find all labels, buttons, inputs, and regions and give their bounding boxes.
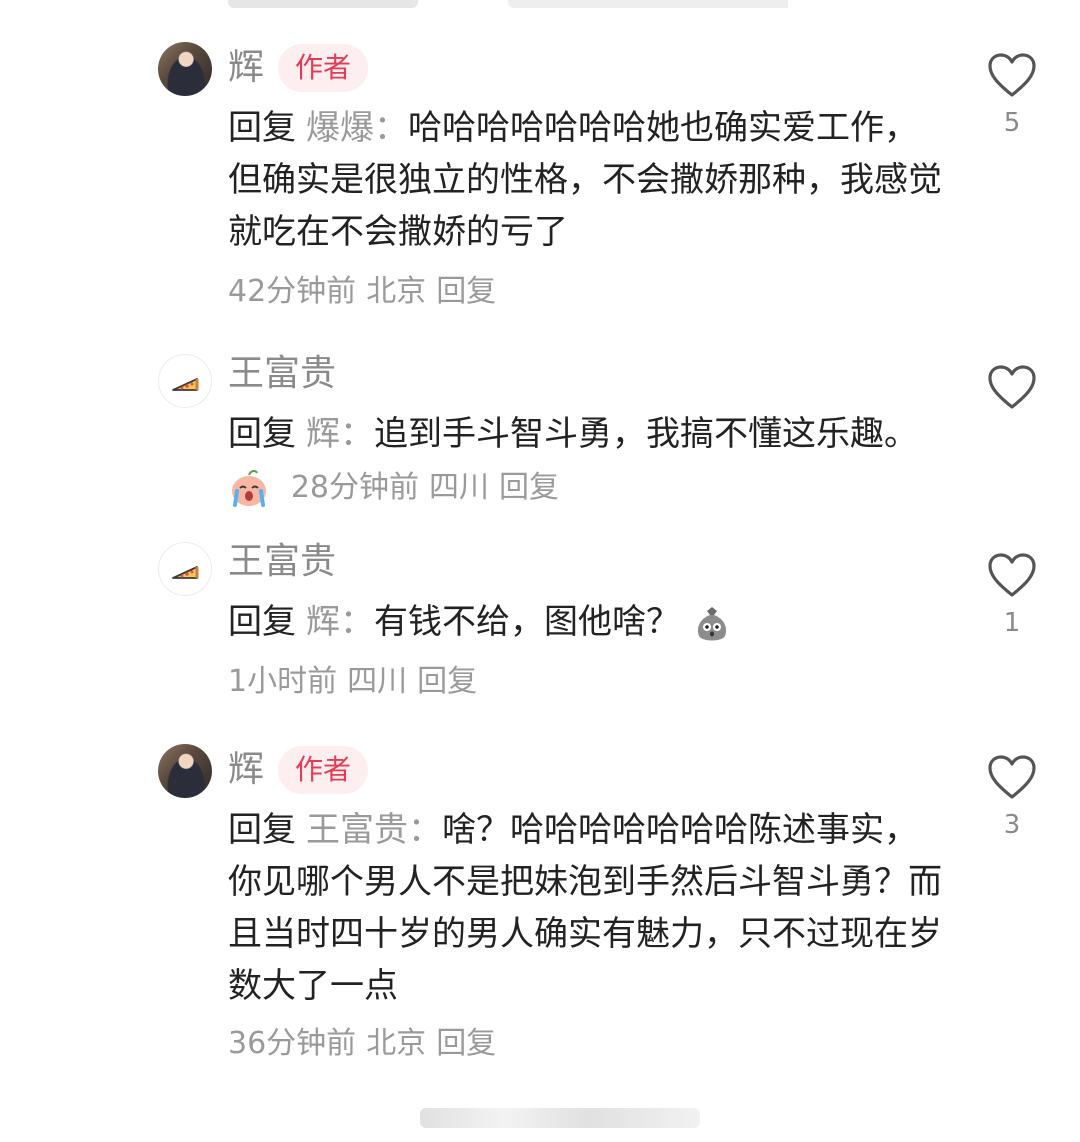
like-count: 5 (1003, 108, 1021, 138)
watermark-bar (420, 1108, 700, 1128)
timestamp: 42分钟前 (228, 274, 357, 309)
money-bag-face-emoji (697, 606, 726, 640)
timestamp: 36分钟前 (228, 1026, 357, 1061)
like-button[interactable]: 1 (986, 552, 1038, 638)
location: 四川 (429, 470, 489, 505)
reply-label: 回复 (228, 108, 296, 148)
reply-button[interactable]: 回复 (436, 1026, 496, 1061)
comment-meta: 1小时前 四川 回复 (228, 662, 477, 702)
heart-icon (988, 755, 1036, 799)
comment-meta: 36分钟前 北京 回复 (228, 1024, 496, 1064)
username[interactable]: 辉 (228, 44, 264, 92)
comment-text[interactable]: 回复 王富贵：啥？哈哈哈哈哈哈哈陈述事实，你见哪个男人不是把妹泡到手然后斗智斗勇？… (228, 804, 948, 1012)
like-button[interactable]: 5 (986, 52, 1038, 138)
comment-content: 追到手斗智斗勇，我搞不懂这乐趣。 (374, 414, 918, 454)
comment-text[interactable]: 回复 辉：有钱不给，图他啥？ (228, 596, 948, 648)
avatar[interactable] (158, 42, 212, 96)
crying-face-emoji (232, 469, 266, 507)
avatar[interactable] (158, 354, 212, 408)
reply-to-user[interactable]: 辉： (306, 414, 374, 454)
avatar[interactable] (158, 542, 212, 596)
reply-to-user[interactable]: 辉： (306, 602, 374, 642)
comment-text[interactable]: 回复 爆爆：哈哈哈哈哈哈哈她也确实爱工作，但确实是很独立的性格，不会撒娇那种，我感… (228, 102, 948, 258)
previous-comment-cutoff (228, 0, 788, 8)
author-badge: 作者 (278, 44, 368, 92)
pizza-icon (172, 378, 199, 391)
username[interactable]: 王富贵 (228, 350, 336, 398)
pizza-icon (172, 566, 199, 579)
heart-icon (988, 365, 1036, 409)
author-badge: 作者 (278, 746, 368, 794)
heart-icon (988, 53, 1036, 97)
reply-label: 回复 (228, 810, 296, 850)
comment-text[interactable]: 回复 辉：追到手斗智斗勇，我搞不懂这乐趣。 28分钟前 四川 回复 (228, 408, 948, 514)
reply-button[interactable]: 回复 (499, 470, 559, 505)
like-button[interactable] (986, 364, 1038, 420)
timestamp: 28分钟前 (290, 470, 419, 505)
like-count: 1 (1003, 608, 1021, 638)
reply-label: 回复 (228, 414, 296, 454)
comment-meta: 42分钟前 北京 回复 (228, 272, 496, 312)
reply-to-user[interactable]: 王富贵： (306, 810, 442, 850)
timestamp: 1小时前 (228, 664, 338, 699)
location: 四川 (347, 664, 408, 699)
username[interactable]: 王富贵 (228, 538, 336, 586)
location: 北京 (366, 1026, 427, 1061)
reply-to-user[interactable]: 爆爆： (306, 108, 408, 148)
like-button[interactable]: 3 (986, 754, 1038, 840)
location: 北京 (366, 274, 427, 309)
reply-button[interactable]: 回复 (436, 274, 496, 309)
like-count: 3 (1003, 810, 1021, 840)
reply-label: 回复 (228, 602, 296, 642)
username[interactable]: 辉 (228, 746, 264, 794)
avatar[interactable] (158, 744, 212, 798)
comment-content: 有钱不给，图他啥？ (374, 602, 680, 642)
reply-button[interactable]: 回复 (417, 664, 477, 699)
heart-icon (988, 553, 1036, 597)
